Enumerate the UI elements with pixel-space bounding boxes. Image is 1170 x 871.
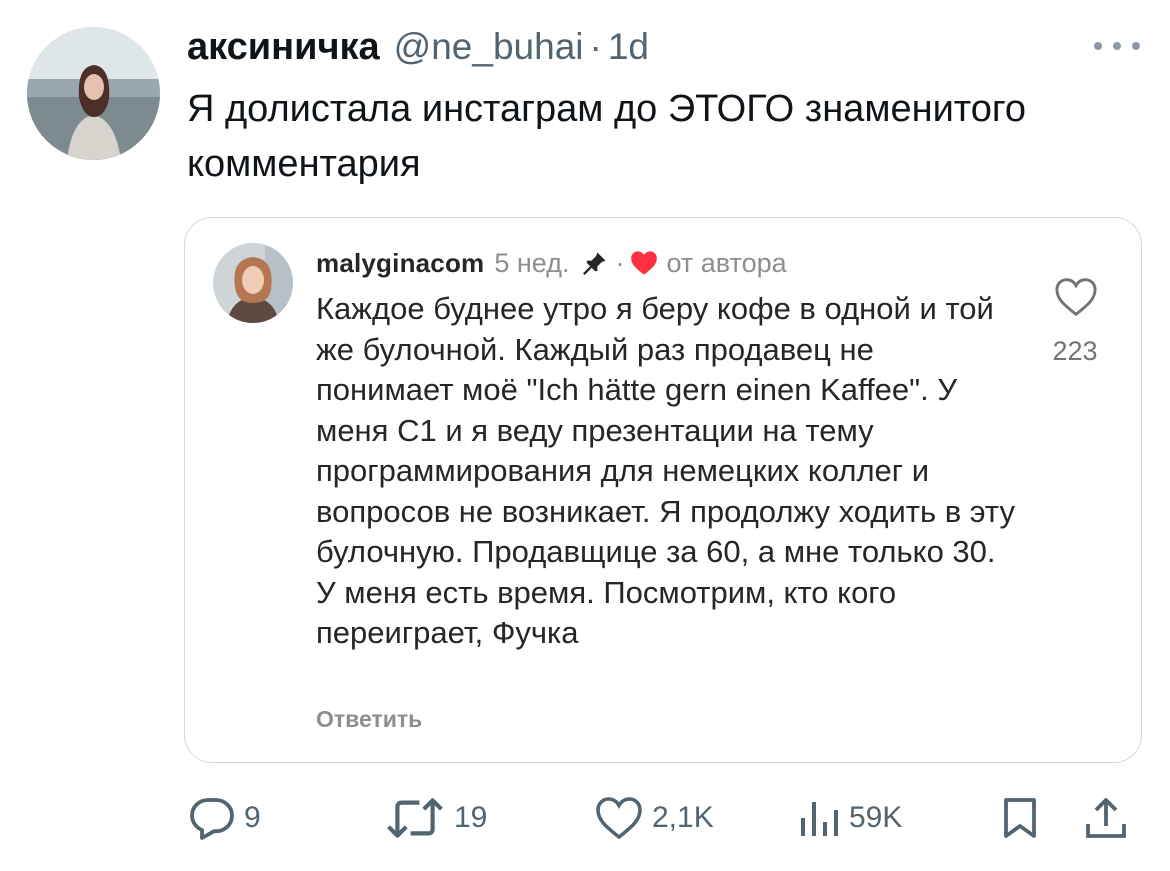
views-count: 59K: [849, 801, 903, 834]
bookmark-button[interactable]: [1000, 796, 1040, 840]
author-display-name[interactable]: аксиничка: [187, 26, 380, 69]
liked-by-author-heart-icon: [630, 250, 658, 276]
retweet-icon: [384, 796, 446, 840]
more-options-icon[interactable]: [1094, 38, 1140, 54]
comment-meta: malyginacom 5 нед. · от автора: [316, 245, 787, 281]
comment-author-avatar: [213, 243, 293, 323]
views-button[interactable]: 59K: [797, 796, 902, 840]
tweet-timestamp[interactable]: 1d: [608, 26, 649, 68]
like-count: 2,1K: [652, 801, 714, 834]
share-icon: [1084, 796, 1128, 840]
author-avatar[interactable]: [27, 27, 160, 160]
reply-button[interactable]: 9: [188, 796, 261, 840]
like-heart-icon: [594, 796, 644, 840]
comment-like-count: 223: [1052, 336, 1098, 366]
retweet-count: 19: [454, 801, 488, 834]
views-chart-icon: [797, 796, 841, 840]
comment-username: malyginacom: [316, 247, 485, 278]
bookmark-icon: [1000, 796, 1040, 840]
author-handle[interactable]: @ne_buhai: [394, 26, 584, 68]
tweet-header: аксиничка @ne_buhai · 1d: [187, 22, 649, 72]
tweet-text: Я долистала инстаграм до ЭТОГО знаменито…: [187, 88, 1027, 185]
by-author-label: от автора: [666, 247, 787, 278]
header-separator: ·: [589, 26, 602, 67]
comment-text: Каждое буднее утро я беру кофе в одной и…: [316, 291, 1015, 650]
like-button[interactable]: 2,1K: [594, 796, 714, 840]
reply-count: 9: [244, 801, 261, 834]
share-button[interactable]: [1084, 796, 1128, 840]
reply-icon: [188, 796, 236, 840]
meta-separator: ·: [615, 247, 625, 278]
comment-like-heart-icon: [1054, 277, 1098, 317]
pin-icon: [581, 249, 609, 277]
retweet-button[interactable]: 19: [384, 796, 487, 840]
comment-age: 5 нед.: [494, 247, 570, 278]
comment-reply-label: Ответить: [316, 706, 423, 732]
